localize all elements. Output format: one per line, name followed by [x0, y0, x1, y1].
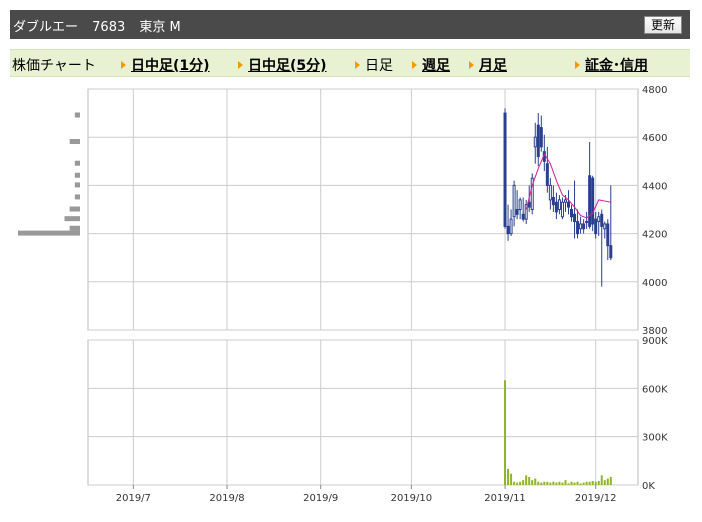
volume-bar: [570, 481, 573, 485]
volume-bar: [573, 482, 576, 485]
volume-bar: [552, 481, 555, 485]
volume-bar: [504, 380, 507, 485]
candle-body: [518, 199, 522, 211]
volume-bar: [540, 482, 543, 485]
volume-bar: [558, 481, 561, 485]
volume-tick-label: 0K: [642, 481, 655, 492]
candle-body: [560, 201, 564, 218]
volume-bar: [528, 476, 531, 485]
candle-body: [506, 225, 510, 235]
volume-bar: [522, 480, 525, 485]
volume-bar: [519, 481, 522, 485]
x-tick-label: 2019/11: [484, 493, 526, 504]
volume-bar: [609, 476, 612, 485]
volume-profile-bar: [74, 194, 80, 200]
volume-bar: [588, 481, 591, 485]
candle-body: [609, 245, 613, 259]
volume-bar: [513, 481, 516, 485]
volume-profile-bar: [18, 230, 80, 236]
candle-body: [512, 184, 516, 218]
candle-body: [533, 136, 537, 148]
candle-body: [554, 201, 558, 213]
candle-body: [503, 112, 507, 227]
volume-tick-label: 300K: [642, 433, 668, 444]
x-tick-label: 2019/7: [116, 493, 151, 504]
candle-body: [591, 177, 595, 225]
volume-bar: [549, 482, 552, 485]
candle-body: [570, 209, 574, 218]
volume-bar: [543, 481, 546, 485]
x-tick-label: 2019/10: [391, 493, 433, 504]
volume-bar: [546, 481, 549, 485]
candle-body: [600, 213, 604, 227]
candle-body: [588, 175, 592, 227]
candle-body: [566, 201, 570, 208]
price-tick-label: 4200: [642, 230, 667, 241]
x-tick-label: 2019/12: [575, 493, 617, 504]
volume-bar: [531, 480, 534, 485]
volume-bar: [591, 480, 594, 485]
volume-bar: [516, 482, 519, 485]
candle-body: [536, 124, 540, 157]
volume-bar: [507, 468, 510, 485]
price-tick-label: 4000: [642, 278, 667, 289]
volume-bar: [510, 473, 513, 485]
volume-profile-bar: [74, 182, 80, 188]
candle-body: [539, 127, 543, 148]
candle-body: [551, 196, 555, 206]
volume-bar: [579, 483, 582, 485]
volume-tick-label: 900K: [642, 336, 668, 347]
candle-body: [585, 221, 589, 224]
candle-body: [582, 223, 586, 230]
candle-body: [527, 201, 531, 208]
volume-panel-frame: [87, 339, 639, 486]
candle-body: [576, 221, 580, 235]
volume-profile-bar: [69, 206, 80, 212]
candle-body: [545, 163, 549, 186]
volume-bar: [567, 483, 570, 485]
volume-bar: [600, 475, 603, 485]
candle-body: [563, 199, 567, 203]
price-tick-label: 4800: [642, 85, 667, 96]
price-tick-label: 4600: [642, 133, 667, 144]
volume-profile-bar: [69, 225, 80, 231]
volume-bar: [582, 482, 585, 485]
volume-bar: [555, 482, 558, 485]
volume-bar: [594, 481, 597, 485]
volume-bar: [585, 481, 588, 485]
volume-bar: [561, 482, 564, 485]
volume-bar: [537, 481, 540, 485]
volume-bar: [534, 478, 537, 485]
volume-tick-label: 600K: [642, 384, 668, 395]
price-tick-label: 4400: [642, 181, 667, 192]
candle-body: [579, 223, 583, 230]
volume-bar: [564, 480, 567, 485]
volume-bar: [576, 481, 579, 485]
volume-bar: [606, 478, 609, 485]
volume-profile-bar: [74, 172, 80, 178]
volume-bar: [525, 475, 528, 485]
candle-body: [515, 209, 519, 215]
x-tick-label: 2019/9: [303, 493, 338, 504]
candle-body: [597, 216, 601, 223]
candle-body: [509, 218, 513, 235]
candle-body: [557, 199, 561, 211]
volume-profile-bar: [74, 112, 80, 118]
stock-chart: 4800460044004200400038000K300K600K900K20…: [18, 85, 668, 504]
volume-bar: [597, 480, 600, 485]
candle-body: [606, 223, 610, 247]
volume-profile-bar: [69, 139, 80, 145]
volume-profile-bar: [64, 216, 80, 222]
candle-body: [548, 184, 552, 201]
volume-bar: [603, 480, 606, 485]
candle-body: [573, 213, 577, 223]
candle-body: [603, 223, 607, 230]
x-tick-label: 2019/8: [209, 493, 244, 504]
volume-profile-bar: [74, 160, 80, 166]
candle-body: [521, 213, 525, 220]
candle-body: [594, 218, 598, 235]
